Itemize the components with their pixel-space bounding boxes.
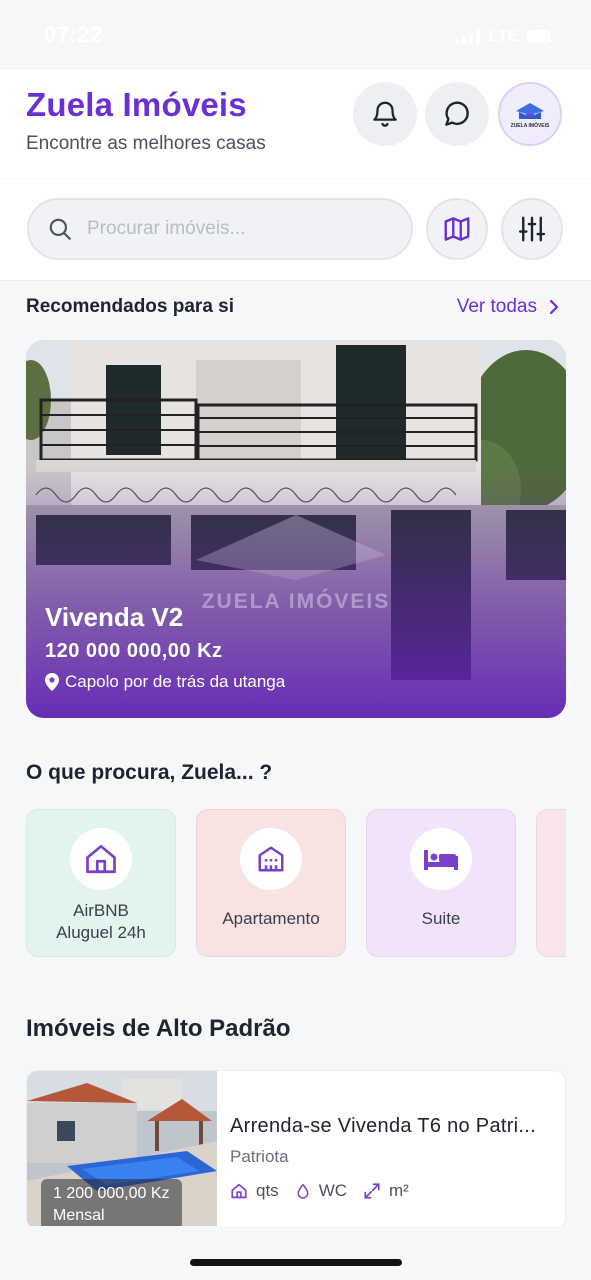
notifications-button[interactable] bbox=[353, 82, 417, 146]
logo-text: ZUELA IMÓVEIS bbox=[510, 122, 550, 129]
feature-bath-label: WC bbox=[318, 1181, 348, 1200]
listing-features: qts WC m² bbox=[230, 1181, 417, 1201]
map-view-button[interactable] bbox=[426, 198, 488, 260]
search-field[interactable] bbox=[27, 198, 413, 260]
category-icon-circle bbox=[410, 828, 472, 890]
filters-button[interactable] bbox=[501, 198, 563, 260]
bed-icon bbox=[424, 850, 458, 870]
see-all-link[interactable]: Ver todas bbox=[457, 296, 561, 318]
brand-logo: ZUELA IMÓVEIS bbox=[510, 100, 550, 129]
search-input[interactable] bbox=[87, 218, 377, 240]
signal-icon bbox=[455, 28, 481, 44]
feature-rooms-label: qts bbox=[256, 1181, 279, 1200]
map-icon bbox=[444, 217, 470, 241]
category-suite[interactable]: Suite bbox=[366, 809, 516, 957]
category-label: Apartamento bbox=[222, 909, 320, 928]
house-icon bbox=[86, 844, 116, 874]
search-bar-section bbox=[0, 179, 591, 281]
see-all-label: Ver todas bbox=[456, 296, 537, 317]
category-label: Suite bbox=[421, 909, 461, 928]
featured-location-text: Capolo por de trás da utanga bbox=[65, 672, 286, 691]
featured-property-location: Capolo por de trás da utanga bbox=[45, 672, 285, 692]
home-indicator[interactable] bbox=[190, 1259, 402, 1266]
categories-section-title: O que procura, Zuela... ? bbox=[26, 761, 273, 784]
category-label: AirBNB Aluguel 24h bbox=[56, 901, 146, 942]
category-icon-circle bbox=[70, 828, 132, 890]
feature-bath: WC bbox=[295, 1181, 347, 1201]
status-time: 07:22 bbox=[44, 22, 103, 47]
network-label: LTE bbox=[488, 26, 519, 45]
bottom-safe-area bbox=[0, 1226, 591, 1280]
profile-avatar[interactable]: ZUELA IMÓVEIS bbox=[498, 82, 562, 146]
listing-title: Arrenda-se Vivenda T6 no Patri... bbox=[230, 1115, 536, 1137]
building-icon bbox=[258, 846, 284, 872]
sliders-icon bbox=[518, 216, 546, 242]
battery-icon bbox=[527, 29, 551, 43]
app-subtitle: Encontre as melhores casas bbox=[26, 133, 266, 154]
status-indicators: LTE bbox=[455, 26, 551, 46]
premium-section-title: Imóveis de Alto Padrão bbox=[26, 1015, 291, 1042]
category-more[interactable] bbox=[536, 809, 566, 957]
bell-icon bbox=[373, 101, 397, 127]
listing-period: Mensal bbox=[53, 1207, 105, 1224]
feature-rooms: qts bbox=[230, 1181, 279, 1201]
search-icon bbox=[49, 218, 71, 240]
expand-icon bbox=[364, 1183, 380, 1199]
featured-property-card[interactable]: ZUELA IMÓVEIS Vivenda V2 120 000 000,00 … bbox=[26, 340, 566, 718]
recommended-section-title: Recomendados para si bbox=[26, 296, 235, 317]
app-header: Zuela Imóveis Encontre as melhores casas… bbox=[0, 70, 591, 178]
category-apartamento[interactable]: Apartamento bbox=[196, 809, 346, 957]
listing-location: Patriota bbox=[230, 1147, 289, 1166]
category-icon-circle bbox=[240, 828, 302, 890]
droplet-icon bbox=[297, 1183, 309, 1199]
listing-price-chip: 1 200 000,00 Kz Mensal bbox=[41, 1179, 182, 1229]
messages-button[interactable] bbox=[425, 82, 489, 146]
feature-area: m² bbox=[363, 1181, 409, 1201]
logo-house-icon bbox=[516, 102, 544, 119]
location-pin-icon bbox=[45, 673, 59, 691]
featured-property-name: Vivenda V2 bbox=[45, 602, 184, 632]
chevron-right-icon bbox=[549, 299, 559, 315]
listing-photo: 1 200 000,00 Kz Mensal bbox=[27, 1071, 217, 1229]
listing-price: 1 200 000,00 Kz bbox=[53, 1185, 170, 1202]
feature-area-label: m² bbox=[389, 1181, 409, 1200]
status-bar: 07:22 LTE bbox=[0, 0, 591, 70]
app-title: Zuela Imóveis bbox=[26, 86, 247, 123]
featured-property-price: 120 000 000,00 Kz bbox=[45, 640, 223, 662]
chat-bubble-icon bbox=[445, 101, 469, 126]
premium-listing-card[interactable]: 1 200 000,00 Kz Mensal Arrenda-se Vivend… bbox=[26, 1070, 566, 1230]
category-carousel[interactable]: AirBNB Aluguel 24h Apartamento Suite bbox=[26, 809, 566, 959]
house-small-icon bbox=[231, 1183, 247, 1199]
category-airbnb[interactable]: AirBNB Aluguel 24h bbox=[26, 809, 176, 957]
